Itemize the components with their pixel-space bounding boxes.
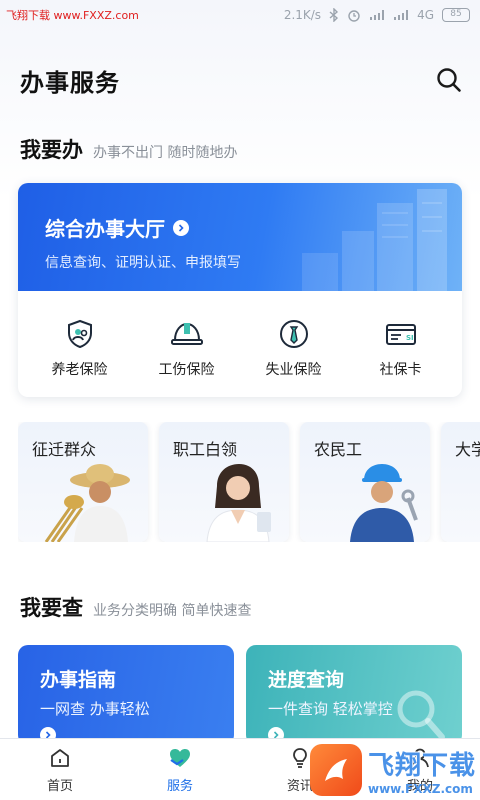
service-label: 失业保险 [265, 362, 322, 378]
service-pension[interactable]: 养老保险 [30, 319, 130, 379]
tie-icon [279, 320, 308, 348]
guide-card[interactable]: 办事指南 一网查 办事轻松 [18, 645, 234, 745]
watermark-name: 飞翔下载 [368, 750, 477, 781]
group-label: 农民工 [314, 440, 363, 459]
section-query-header: 我要查 业务分类明确 简单快速查 [20, 592, 251, 622]
hall-card: 综合办事大厅 信息查询、证明认证、申报填写 养老保险 工伤保险 失业保险 SI … [18, 183, 462, 397]
card-icon: SI [385, 324, 416, 345]
office-worker-illustration [206, 464, 271, 542]
group-card-relocation[interactable]: 征迁群众 [18, 422, 148, 542]
status-watermark: 飞翔下载 www.FXXZ.com [6, 9, 139, 22]
svg-text:SI: SI [406, 334, 414, 342]
nav-home[interactable]: 首页 [0, 739, 120, 800]
farmer-elder-illustration [44, 464, 130, 542]
group-card-migrant-worker[interactable]: 农民工 [300, 422, 430, 542]
site-watermark: 飞翔下载 www.FXXZ.com [310, 740, 480, 800]
bluetooth-icon [329, 8, 339, 22]
helmet-icon [170, 322, 203, 345]
group-label: 征迁群众 [32, 440, 97, 459]
watermark-text: 飞翔下载 www.FXXZ.com [368, 745, 476, 796]
section-query-subtitle: 业务分类明确 简单快速查 [93, 603, 252, 619]
search-icon [437, 68, 461, 92]
header: 办事服务 [20, 62, 464, 98]
nav-label: 服务 [166, 779, 193, 794]
service-label: 工伤保险 [158, 362, 215, 378]
page-title: 办事服务 [20, 68, 120, 97]
group-label: 大学 [455, 440, 480, 459]
watermark-url: www.FXXZ.com [368, 781, 473, 796]
chevron-right-icon [173, 219, 189, 236]
group-label: 职工白领 [173, 440, 238, 459]
service-injury[interactable]: 工伤保险 [137, 319, 237, 379]
group-cards: 征迁群众 职工白领 农民工 大学 [18, 422, 480, 542]
service-card[interactable]: SI 社保卡 [351, 319, 451, 379]
wifi-signal-icon [370, 10, 385, 20]
magnifier-illustration [397, 690, 445, 740]
battery-icon: 85 [442, 8, 470, 22]
group-card-university[interactable]: 大学 [441, 422, 480, 542]
buildings-illustration [302, 189, 447, 291]
hall-services: 养老保险 工伤保险 失业保险 SI 社保卡 [18, 291, 462, 379]
alarm-icon [348, 10, 360, 22]
bulb-icon [293, 748, 307, 768]
nav-label: 首页 [46, 779, 73, 794]
group-card-white-collar[interactable]: 职工白领 [159, 422, 289, 542]
section-do-title: 我要办 [20, 138, 83, 162]
search-button[interactable] [434, 65, 464, 95]
network-type: 4G [417, 8, 434, 22]
pension-shield-icon [67, 319, 92, 349]
hall-banner[interactable]: 综合办事大厅 信息查询、证明认证、申报填写 [18, 183, 462, 291]
status-bar: 飞翔下载 www.FXXZ.com 2.1K/s 4G 85 [0, 0, 480, 30]
progress-card[interactable]: 进度查询 一件查询 轻松掌控 [246, 645, 462, 745]
guide-subtitle: 一网查 办事轻松 [40, 700, 150, 718]
section-query-title: 我要查 [20, 596, 83, 620]
home-icon [51, 749, 69, 767]
service-label: 养老保险 [51, 362, 108, 378]
service-label: 社保卡 [379, 362, 422, 378]
guide-title: 办事指南 [40, 669, 117, 691]
heart-hands-icon [170, 749, 190, 767]
cell-signal-icon [394, 10, 409, 20]
service-unemployment[interactable]: 失业保险 [244, 319, 344, 379]
hall-title: 综合办事大厅 [45, 217, 165, 241]
status-indicators: 2.1K/s 4G 85 [284, 8, 470, 22]
worker-illustration [350, 464, 418, 542]
watermark-logo-icon [310, 744, 362, 796]
section-do-header: 我要办 办事不出门 随时随地办 [20, 134, 237, 164]
network-speed: 2.1K/s [283, 8, 322, 22]
nav-service[interactable]: 服务 [120, 739, 240, 800]
section-do-subtitle: 办事不出门 随时随地办 [93, 145, 238, 161]
